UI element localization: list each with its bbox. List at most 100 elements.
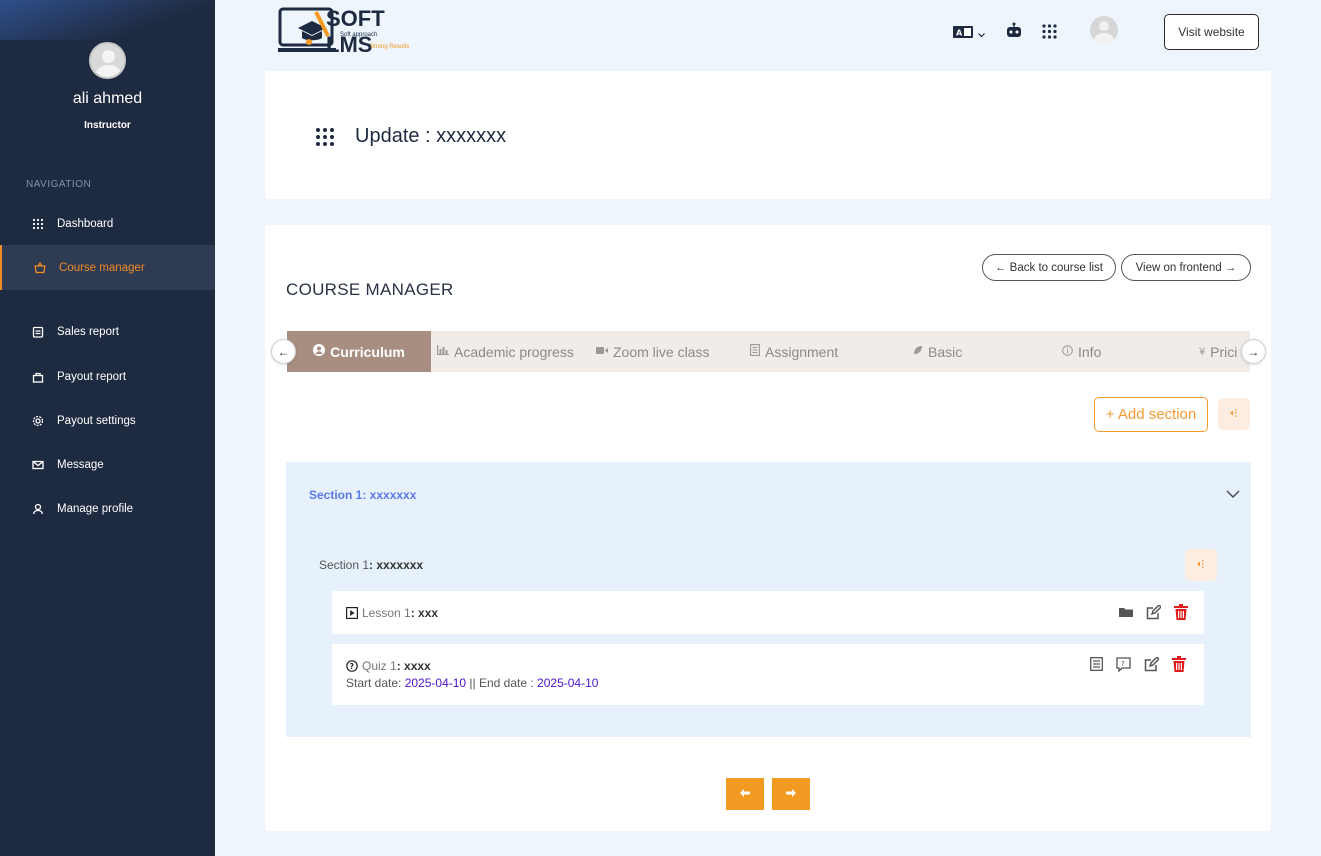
sidebar-decoration <box>0 0 215 40</box>
tabs-scroll-left-button[interactable]: ← <box>271 339 296 364</box>
sidebar-item-label: Course manager <box>59 261 145 274</box>
lesson-title: Lesson 1 : xxx <box>346 606 438 620</box>
tab-pricing[interactable]: ¥ Prici <box>1199 331 1237 372</box>
sidebar-item-course-manager[interactable]: Course manager <box>0 245 215 290</box>
grid-icon <box>316 128 334 151</box>
sidebar-item-manage-profile[interactable]: Manage profile <box>0 487 215 531</box>
apps-grid-icon <box>1042 24 1057 44</box>
start-date-value: 2025-04-10 <box>404 676 467 690</box>
tab-label: Basic <box>928 343 963 360</box>
page-title: Update : xxxxxxx <box>355 125 507 147</box>
section-title-prefix: Section 1 <box>319 558 370 572</box>
question-circle-icon: ? <box>346 660 358 672</box>
sort-sections-button[interactable] <box>1218 398 1250 430</box>
sidebar-item-message[interactable]: Message <box>0 443 215 487</box>
user-role: Instructor <box>84 120 131 131</box>
quiz-row[interactable]: ? Quiz 1 : xxxx Start date: 2025-04-10 |… <box>332 644 1204 705</box>
language-selector[interactable]: A <box>953 25 985 43</box>
svg-text:A: A <box>956 29 963 38</box>
section-header[interactable]: Section 1: xxxxxxx <box>309 488 416 502</box>
tab-curriculum[interactable]: Curriculum <box>287 331 431 372</box>
sidebar-item-label: Payout report <box>57 371 127 383</box>
quiz-prefix: Quiz 1 <box>362 659 397 673</box>
tab-zoom-live-class[interactable]: Zoom live class <box>596 331 709 372</box>
question-comment-icon[interactable]: ? <box>1116 656 1131 672</box>
edit-icon[interactable] <box>1146 604 1161 620</box>
previous-button[interactable] <box>726 778 764 810</box>
document-icon <box>750 344 760 359</box>
sidebar-item-label: Message <box>57 459 104 471</box>
tab-basic[interactable]: Basic <box>913 331 962 372</box>
end-date-label: || End date : <box>466 676 538 690</box>
section-accordion: Section 1: xxxxxxx Section 1: xxxxxxx Le… <box>286 462 1251 737</box>
course-manager-heading: COURSE MANAGER <box>286 280 454 299</box>
logo-tagline: Soft approach <box>340 32 378 38</box>
video-icon <box>596 346 608 358</box>
nav-heading: NAVIGATION <box>26 179 92 190</box>
back-to-course-list-button[interactable]: ← Back to course list <box>982 254 1116 281</box>
sort-lessons-button[interactable] <box>1185 549 1217 581</box>
folder-icon[interactable] <box>1119 606 1133 618</box>
sidebar-item-label: Dashboard <box>57 218 114 230</box>
sidebar: ali ahmed Instructor NAVIGATION Dashboar… <box>0 0 215 856</box>
sidebar-item-sales-report[interactable]: Sales report <box>0 310 215 354</box>
sidebar-item-payout-settings[interactable]: Payout settings <box>0 399 215 443</box>
visit-website-button[interactable]: Visit website <box>1164 14 1259 50</box>
quiz-value: : xxxx <box>396 659 431 673</box>
arrow-right-icon <box>786 788 796 800</box>
sort-icon <box>1229 409 1239 419</box>
tabs-scroll-right-button[interactable]: → <box>1241 339 1266 364</box>
start-date-label: Start date: <box>346 676 405 690</box>
course-tabs: Curriculum Academic progress Zoom live c… <box>287 331 1250 372</box>
view-on-frontend-button[interactable]: View on frontend → <box>1121 254 1251 281</box>
svg-text:?: ? <box>1121 660 1125 668</box>
basket-icon <box>33 261 47 275</box>
envelope-icon <box>31 458 45 472</box>
sidebar-item-payout-report[interactable]: Payout report <box>0 355 215 399</box>
add-section-button[interactable]: + Add section <box>1094 397 1208 432</box>
sort-icon <box>1196 560 1206 570</box>
play-icon <box>346 607 358 619</box>
section-title: Section 1: xxxxxxx <box>319 558 423 572</box>
tab-label: Info <box>1078 343 1102 360</box>
delete-icon[interactable] <box>1174 604 1188 620</box>
logo[interactable]: SOFT LMS Soft approach Strong Results <box>278 6 428 57</box>
document-icon[interactable] <box>1090 657 1103 671</box>
tab-label: Curriculum <box>330 343 405 360</box>
lesson-row[interactable]: Lesson 1 : xxx <box>332 591 1204 634</box>
apps-button[interactable] <box>1042 24 1057 44</box>
quiz-title: ? Quiz 1 : xxxx <box>346 659 431 673</box>
edit-icon[interactable] <box>1144 656 1159 672</box>
sidebar-item-label: Payout settings <box>57 415 136 427</box>
avatar[interactable] <box>1090 16 1118 44</box>
lesson-value: : xxx <box>410 606 439 620</box>
tab-label: Assignment <box>765 343 839 360</box>
delete-icon[interactable] <box>1172 656 1186 672</box>
section-title-value: : xxxxxxx <box>369 558 424 572</box>
sidebar-item-dashboard[interactable]: Dashboard <box>0 202 215 246</box>
arrow-right-icon: → <box>1247 344 1260 359</box>
tab-assignment[interactable]: Assignment <box>750 331 838 372</box>
avatar[interactable] <box>89 42 126 79</box>
robot-button[interactable] <box>1005 22 1023 43</box>
tab-label: Prici <box>1210 343 1238 360</box>
report-icon <box>31 325 45 339</box>
info-icon <box>1062 344 1073 359</box>
next-button[interactable] <box>772 778 810 810</box>
lesson-prefix: Lesson 1 <box>362 606 411 620</box>
tab-label: Academic progress <box>454 343 574 360</box>
svg-text:?: ? <box>350 662 354 671</box>
robot-icon <box>1005 22 1023 43</box>
arrow-left-icon <box>740 788 750 800</box>
arrow-left-icon: ← <box>277 344 290 359</box>
tab-info[interactable]: Info <box>1062 331 1101 372</box>
lesson-actions <box>1119 604 1188 620</box>
yen-icon: ¥ <box>1199 345 1206 358</box>
tab-label: Zoom live class <box>613 343 710 360</box>
quiz-dates: Start date: 2025-04-10 || End date : 202… <box>346 676 598 690</box>
tab-academic-progress[interactable]: Academic progress <box>437 331 574 372</box>
logo-tagline: Strong Results <box>370 44 410 50</box>
user-circle-icon <box>313 344 326 359</box>
bar-chart-icon <box>437 345 449 358</box>
chevron-down-icon[interactable] <box>1226 486 1240 504</box>
